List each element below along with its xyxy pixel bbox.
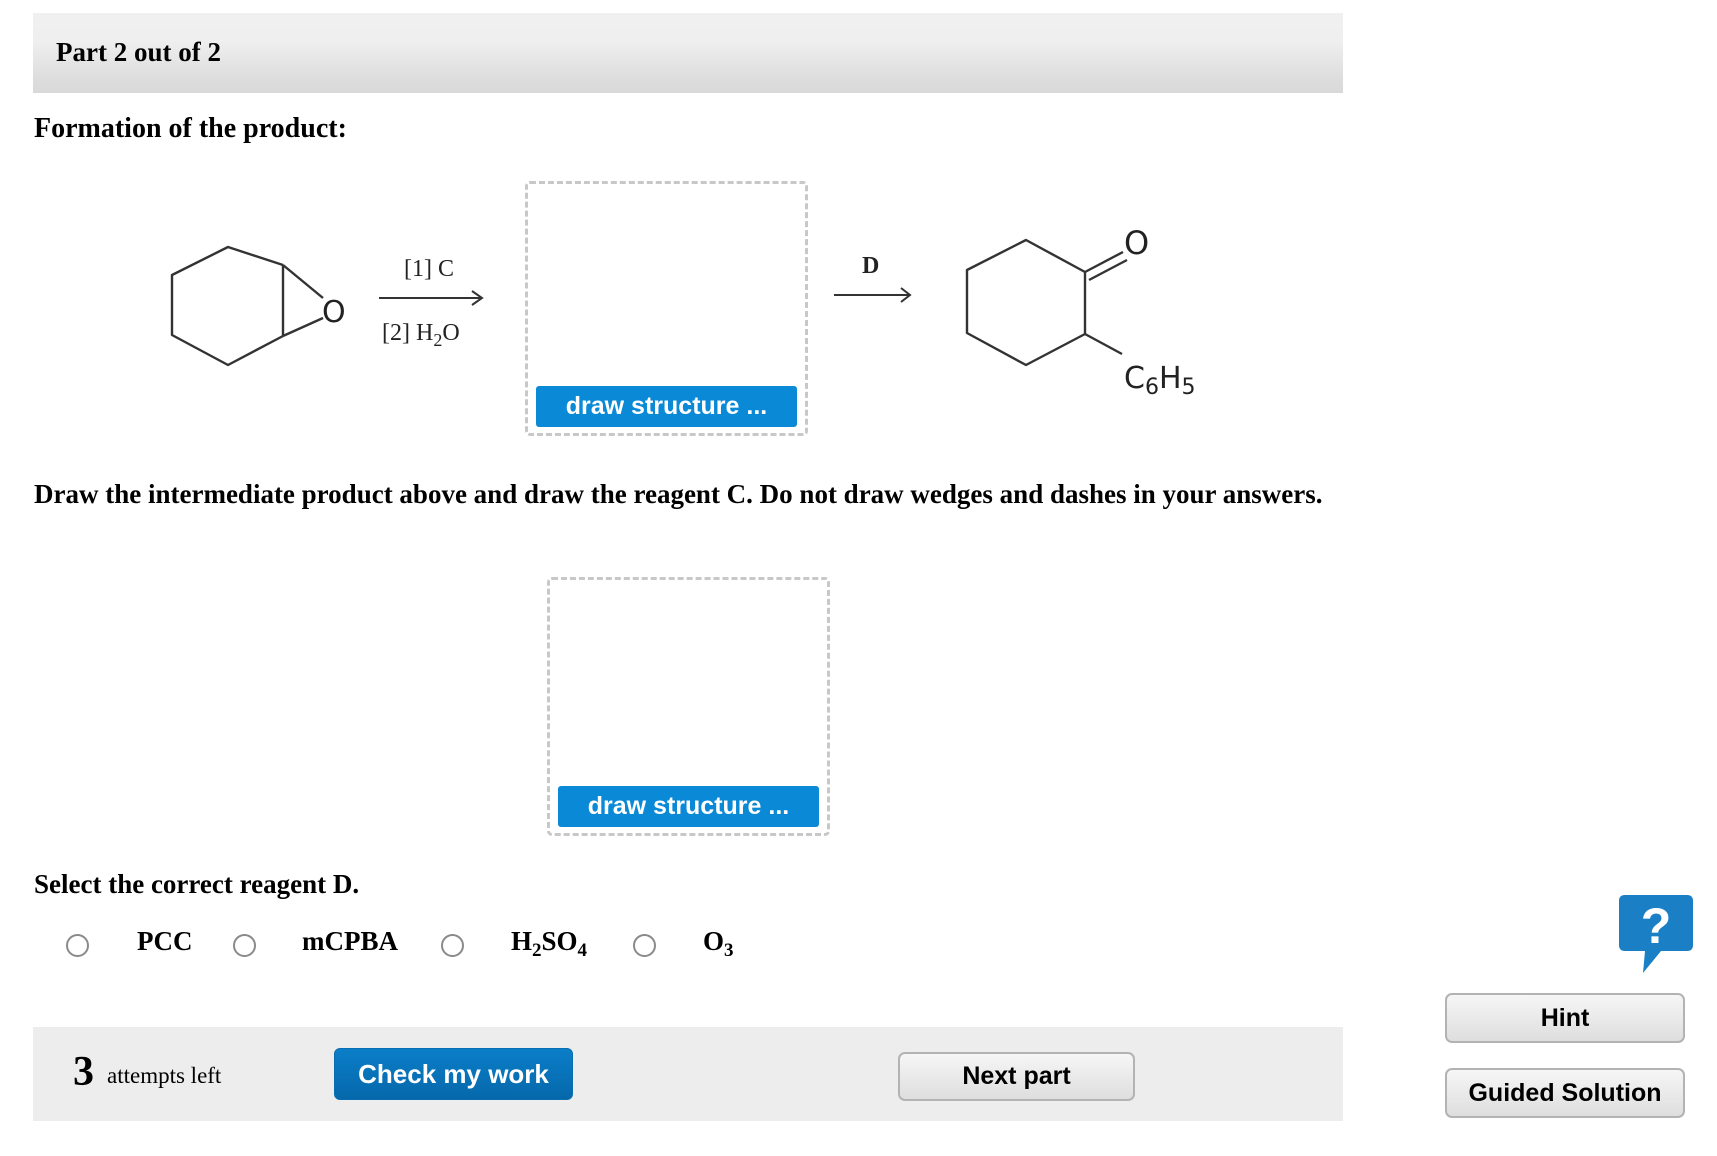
radio-o3[interactable] xyxy=(633,934,656,957)
option-label-o3[interactable]: O3 xyxy=(703,926,734,960)
reagent-question-title: Select the correct reagent D. xyxy=(34,869,360,899)
carbonyl-bond-1 xyxy=(1084,250,1124,274)
cyclohexane-ring xyxy=(170,245,284,367)
next-part-button[interactable]: Next part xyxy=(898,1052,1135,1101)
cyclohexanone-ring xyxy=(965,238,1087,367)
step2-reagent-label: [2] H2O xyxy=(382,320,460,350)
part-label: Part 2 out of 2 xyxy=(56,37,221,67)
option-label-mcpba[interactable]: mCPBA xyxy=(302,926,398,957)
radio-pcc[interactable] xyxy=(66,934,89,957)
phenyl-bond xyxy=(1084,332,1123,356)
starting-material-epoxide xyxy=(170,245,324,367)
reagent-d-label: D xyxy=(862,253,879,279)
epoxide-co-bond-bottom xyxy=(282,316,324,338)
step1-reagent-label: [1] C xyxy=(404,256,454,282)
reagent-c-draw-area[interactable]: draw structure ... xyxy=(547,577,830,836)
guided-solution-button[interactable]: Guided Solution xyxy=(1445,1068,1685,1118)
footer-bar xyxy=(33,1027,1343,1121)
intermediate-draw-area[interactable]: draw structure ... xyxy=(525,181,808,436)
draw-intermediate-button[interactable]: draw structure ... xyxy=(536,386,797,427)
check-my-work-button[interactable]: Check my work xyxy=(334,1048,573,1100)
carbonyl-bond-2 xyxy=(1088,258,1128,282)
part-header: Part 2 out of 2 xyxy=(33,13,1343,93)
radio-h2so4[interactable] xyxy=(441,934,464,957)
phenyl-label: C6H5 xyxy=(1124,361,1196,400)
section-title: Formation of the product: xyxy=(34,113,347,144)
svg-text:?: ? xyxy=(1641,898,1672,954)
step-d-arrow xyxy=(834,287,912,303)
step1-arrow xyxy=(379,290,484,306)
attempts-label: attempts left xyxy=(107,1063,222,1088)
product-oxygen-label: O xyxy=(1124,224,1149,262)
radio-mcpba[interactable] xyxy=(233,934,256,957)
attempts-count: 3 xyxy=(73,1049,94,1095)
option-label-h2so4[interactable]: H2SO4 xyxy=(511,926,587,960)
option-label-pcc[interactable]: PCC xyxy=(137,926,193,957)
epoxide-oxygen-label: O xyxy=(322,295,346,330)
hint-button[interactable]: Hint xyxy=(1445,993,1685,1043)
help-icon[interactable]: ? xyxy=(1617,893,1695,977)
product-ketone xyxy=(965,238,1128,367)
epoxide-co-bond-top xyxy=(282,264,324,299)
draw-reagent-c-button[interactable]: draw structure ... xyxy=(558,786,819,827)
instructions-text: Draw the intermediate product above and … xyxy=(34,479,1323,509)
